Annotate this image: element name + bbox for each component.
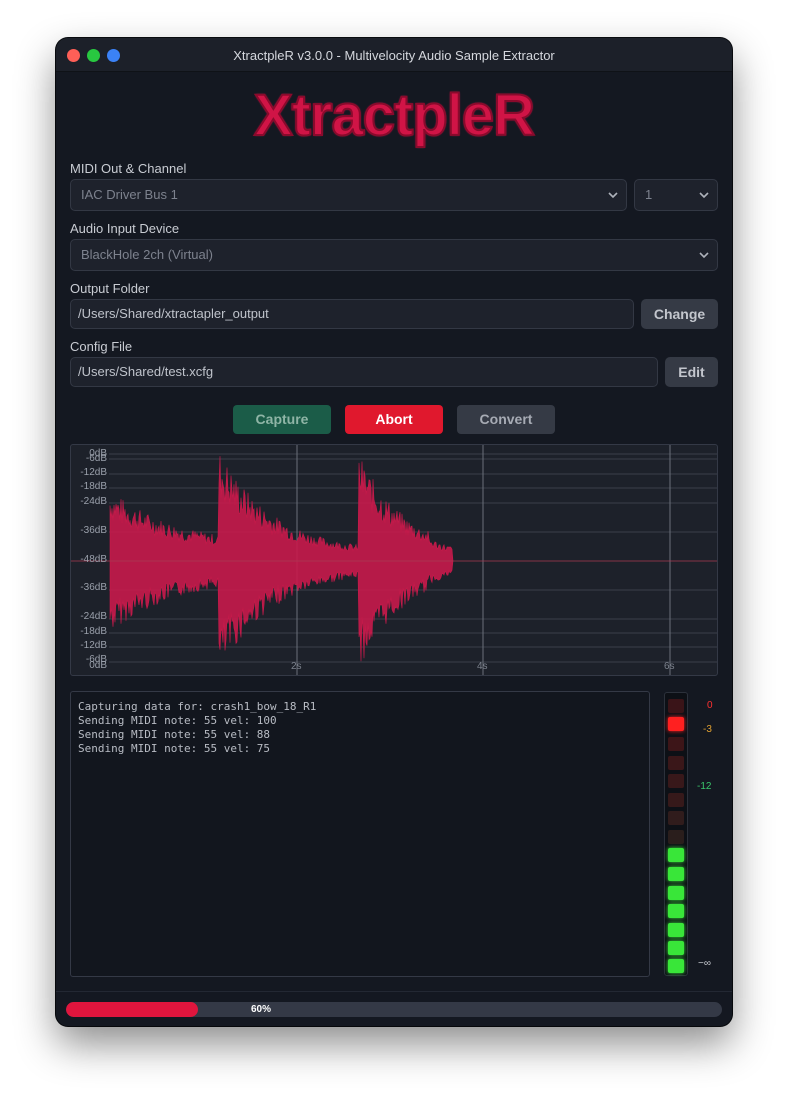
meter-segment xyxy=(668,699,684,713)
db-label: -48dB xyxy=(80,554,107,565)
app-window: XtractpleR v3.0.0 - Multivelocity Audio … xyxy=(56,38,732,1026)
edit-config-button[interactable]: Edit xyxy=(665,357,718,387)
meter-segment xyxy=(668,923,684,937)
meter-segment xyxy=(668,756,684,770)
meter-segment xyxy=(668,941,684,955)
db-label: -18dB xyxy=(80,481,107,492)
audio-device-value: BlackHole 2ch (Virtual) xyxy=(81,247,213,262)
midi-device-value: IAC Driver Bus 1 xyxy=(81,187,178,202)
audio-label: Audio Input Device xyxy=(70,221,180,236)
meter-segment xyxy=(668,811,684,825)
window-title: XtractpleR v3.0.0 - Multivelocity Audio … xyxy=(233,48,555,63)
log-line: Sending MIDI note: 55 vel: 88 xyxy=(78,728,271,741)
meter-label-minus3: -3 xyxy=(703,724,712,735)
chevron-down-icon xyxy=(699,240,709,259)
meter-segment xyxy=(668,830,684,844)
divider xyxy=(56,991,732,992)
chevron-down-icon xyxy=(699,180,709,199)
output-folder-label: Output Folder xyxy=(70,281,150,296)
meter-label-minus12: -12 xyxy=(697,781,712,792)
meter-segment xyxy=(668,848,684,862)
db-label: -6dB xyxy=(85,453,107,464)
db-label: -18dB xyxy=(80,626,107,637)
db-label: 0dB xyxy=(89,660,107,671)
db-label: -36dB xyxy=(80,582,107,593)
audio-device-select[interactable]: BlackHole 2ch (Virtual) xyxy=(70,239,718,271)
meter-segment xyxy=(668,774,684,788)
meter-segment xyxy=(668,886,684,900)
db-label: -24dB xyxy=(80,611,107,622)
meter-label-0: 0 xyxy=(707,700,713,711)
level-meter xyxy=(664,692,688,976)
meter-segment xyxy=(668,717,684,731)
db-label: -12dB xyxy=(80,640,107,651)
output-folder-value: /Users/Shared/xtractapler_output xyxy=(78,306,269,321)
db-label: -36dB xyxy=(80,525,107,536)
time-label: 6s xyxy=(664,661,675,672)
progress-bar: 60% xyxy=(66,1002,722,1017)
meter-segment xyxy=(668,867,684,881)
progress-label: 60% xyxy=(250,1004,271,1015)
capture-button[interactable]: Capture xyxy=(233,405,331,434)
waveform-display: 0dB -6dB -12dB -18dB -24dB -36dB -48dB -… xyxy=(70,444,718,676)
log-console[interactable]: Capturing data for: crash1_bow_18_R1 Sen… xyxy=(70,691,650,977)
time-label: 4s xyxy=(477,661,488,672)
log-line: Capturing data for: crash1_bow_18_R1 xyxy=(78,700,317,713)
chevron-down-icon xyxy=(608,180,618,199)
app-logo: XtractpleR xyxy=(253,82,536,149)
meter-segment xyxy=(668,959,684,973)
meter-segment xyxy=(668,737,684,751)
log-line: Sending MIDI note: 55 vel: 100 xyxy=(78,714,277,727)
config-file-input[interactable]: /Users/Shared/test.xcfg xyxy=(70,357,658,387)
waveform-canvas xyxy=(71,445,717,675)
midi-label: MIDI Out & Channel xyxy=(70,161,187,176)
convert-button[interactable]: Convert xyxy=(457,405,555,434)
meter-segment xyxy=(668,904,684,918)
midi-channel-select[interactable]: 1 xyxy=(634,179,718,211)
midi-channel-value: 1 xyxy=(645,187,653,202)
db-label: -12dB xyxy=(80,467,107,478)
waveform-trace xyxy=(109,456,454,662)
log-line: Sending MIDI note: 55 vel: 75 xyxy=(78,742,271,755)
abort-button[interactable]: Abort xyxy=(345,405,443,434)
midi-device-select[interactable]: IAC Driver Bus 1 xyxy=(70,179,627,211)
time-label: 2s xyxy=(291,661,302,672)
meter-label-neg-inf: −∞ xyxy=(698,958,711,969)
config-file-label: Config File xyxy=(70,339,133,354)
title-bar: XtractpleR v3.0.0 - Multivelocity Audio … xyxy=(56,38,732,72)
output-folder-input[interactable]: /Users/Shared/xtractapler_output xyxy=(70,299,634,329)
meter-segment xyxy=(668,793,684,807)
db-label: -24dB xyxy=(80,496,107,507)
change-folder-button[interactable]: Change xyxy=(641,299,718,329)
config-file-value: /Users/Shared/test.xcfg xyxy=(78,364,214,379)
